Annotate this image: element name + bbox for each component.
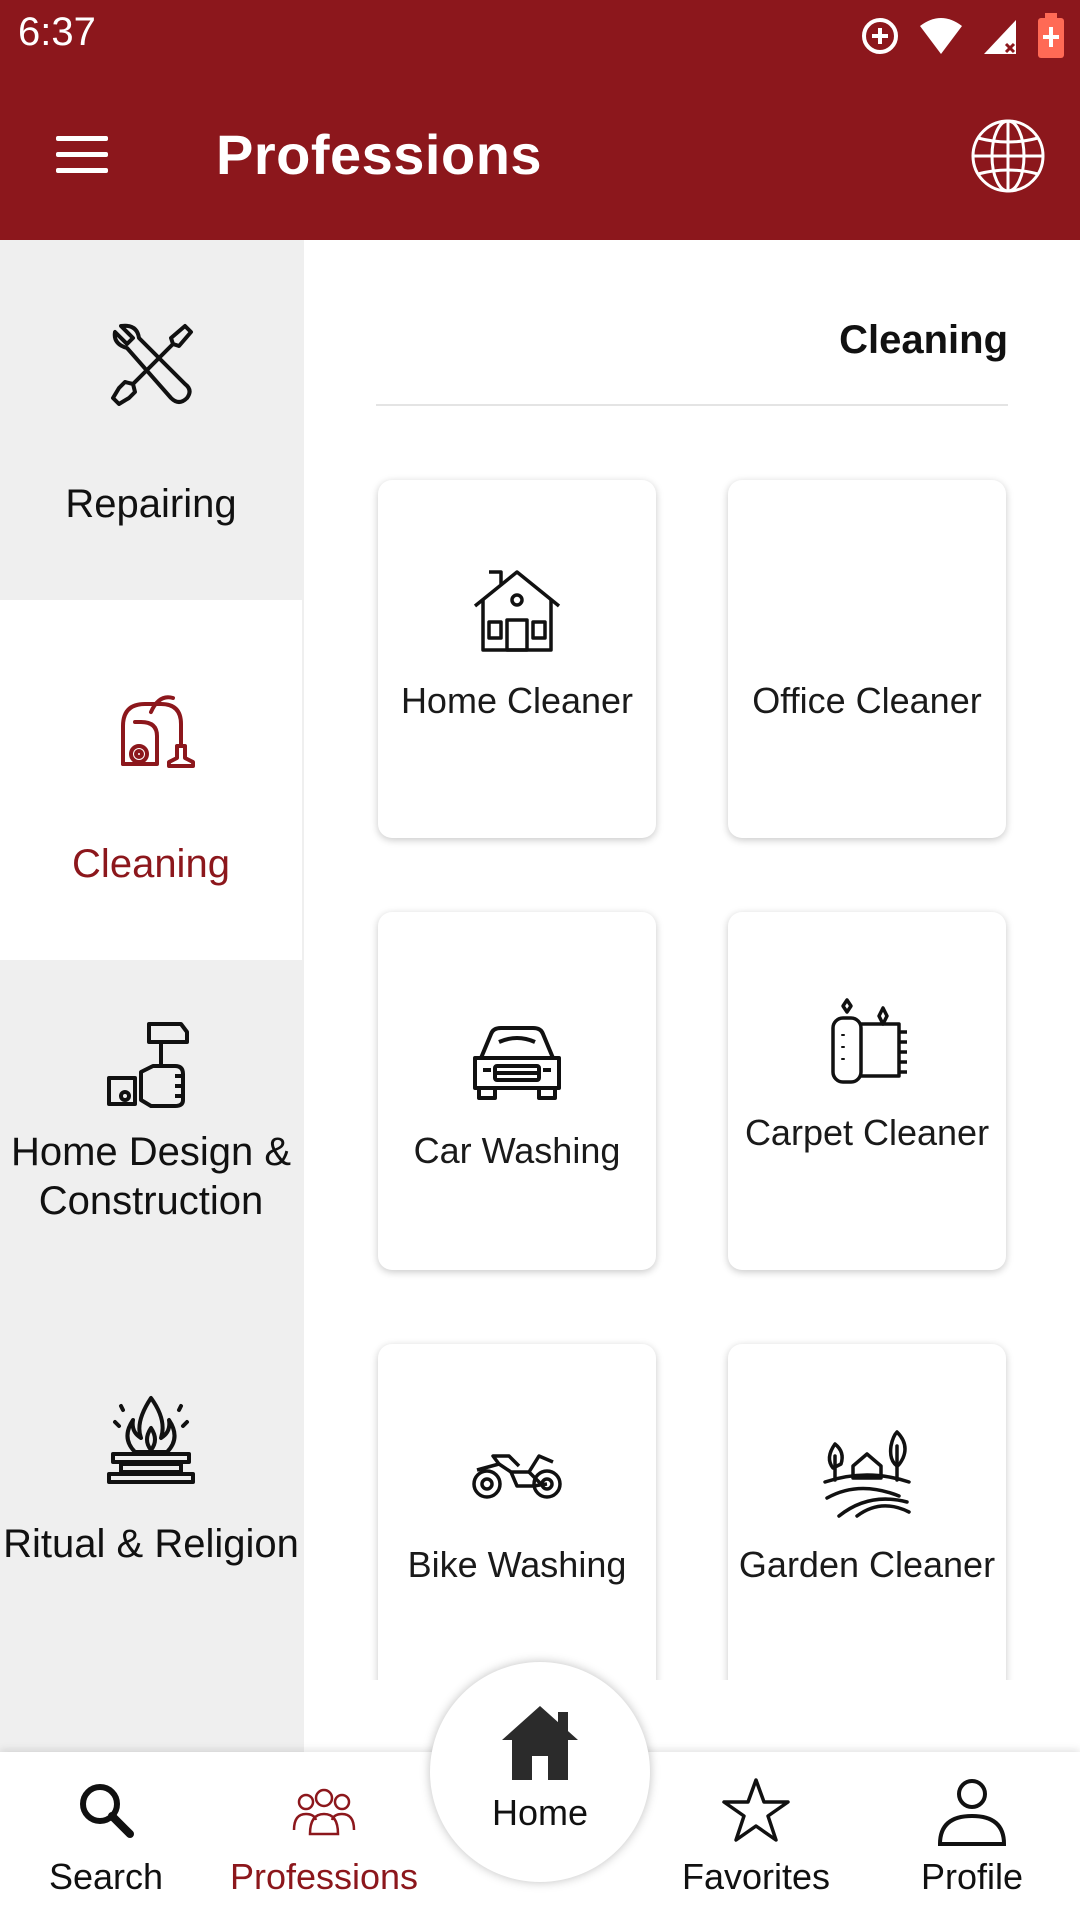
nav-label: Favorites [681,1856,831,1897]
sidebar-item-home-design[interactable]: Home Design & Construction [0,960,302,1320]
profession-card-carpet-cleaner[interactable]: Carpet Cleaner [728,912,1006,1270]
vacuum-icon [121,695,195,768]
sidebar-item-ritual[interactable]: Ritual & Religion [0,1320,302,1680]
motorbike-icon [472,1454,562,1499]
home-icon [502,1706,578,1780]
wifi-icon [920,18,962,54]
sidebar-item-label: Repairing [65,482,237,526]
profession-card-car-washing[interactable]: Car Washing [378,912,656,1270]
profession-card-home-cleaner[interactable]: Home Cleaner [378,480,656,838]
status-icons [858,10,1066,62]
profession-card-label: Garden Cleaner [738,1544,996,1585]
search-icon [80,1784,134,1838]
professions-icon [292,1788,356,1836]
nav-label: Search [48,1856,164,1897]
nav-label: Professions [229,1856,419,1897]
category-sidebar: Repairing Cleaning Home Design & Constru… [0,240,304,1752]
section-title: Cleaning [839,318,1008,362]
profession-card-label: Bike Washing [407,1544,627,1585]
house-icon [473,570,561,652]
profession-card-label: Car Washing [413,1130,621,1171]
tools-icon [111,323,193,406]
profession-card-label: Carpet Cleaner [744,1112,990,1153]
nav-search[interactable]: Search [6,1752,206,1920]
language-button[interactable] [968,116,1048,196]
nav-label: Home [491,1792,589,1833]
sidebar-item-label: Home Design & Construction [10,1130,292,1223]
profession-grid: Home Cleaner Office Cleaner Car Washing [304,420,1080,1680]
section-divider [376,404,1008,406]
sidebar-item-repairing[interactable]: Repairing [0,240,302,600]
signal-icon [984,20,1016,54]
nav-label: Profile [920,1856,1024,1897]
profession-card-garden-cleaner[interactable]: Garden Cleaner [728,1344,1006,1680]
sync-icon [862,18,898,54]
construction-icon [107,1022,189,1108]
person-icon [937,1779,1007,1846]
garden-icon [823,1430,911,1518]
status-bar: 6:37 [0,0,1080,72]
status-time: 6:37 [18,10,96,54]
star-icon [722,1778,790,1842]
car-icon [473,1026,561,1100]
nav-professions[interactable]: Professions [224,1752,424,1920]
profession-card-label: Home Cleaner [400,680,634,721]
profession-card-label: Office Cleaner [752,680,982,721]
menu-button[interactable] [52,130,112,180]
sidebar-item-label: Ritual & Religion [3,1522,299,1566]
app-bar: Professions [0,72,1080,240]
fire-ritual-icon [107,1396,195,1484]
globe-icon [971,119,1045,193]
battery-icon [1038,13,1064,58]
sidebar-item-cleaning[interactable]: Cleaning [0,600,302,960]
profession-card-bike-washing[interactable]: Bike Washing [378,1344,656,1680]
nav-favorites[interactable]: Favorites [656,1752,856,1920]
nav-home-button[interactable]: Home [430,1662,650,1882]
carpet-icon [831,998,907,1084]
profession-card-office-cleaner[interactable]: Office Cleaner [728,480,1006,838]
page-title: Professions [216,123,543,186]
sidebar-item-label: Cleaning [72,842,230,886]
nav-profile[interactable]: Profile [872,1752,1072,1920]
